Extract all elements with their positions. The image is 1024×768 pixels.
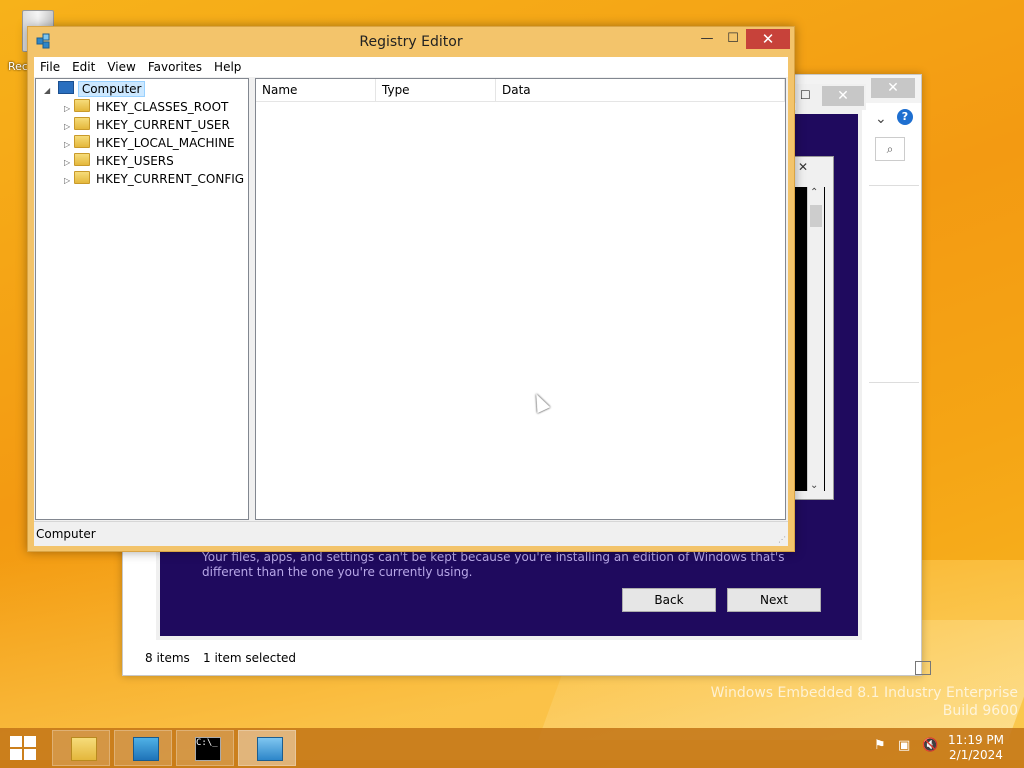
tree-item-label: HKEY_CURRENT_USER [96,118,230,132]
explorer-side-pane [869,185,919,383]
clock-date: 2/1/2024 [949,748,1003,762]
explorer-close-button[interactable]: ✕ [871,78,915,98]
license-dialog: ✕ ⌃ ⌄ [792,156,834,500]
collapse-icon[interactable]: ◢ [44,82,54,100]
large-icons-view-icon[interactable] [915,661,931,675]
clock[interactable]: 11:19 PM 2/1/2024 [948,733,1004,763]
tree-item-hkcu[interactable]: ▷ HKEY_CURRENT_USER [64,116,230,134]
back-button[interactable]: Back [622,588,716,612]
folder-icon [74,135,90,148]
menu-view[interactable]: View [101,57,141,74]
menu-help[interactable]: Help [208,57,247,74]
setup-maximize-button[interactable]: ☐ [800,88,811,102]
tree-item-label: HKEY_USERS [96,154,174,168]
folder-icon [71,737,97,761]
watermark-build: Build 9600 [942,703,1018,719]
status-path: Computer [36,527,96,541]
license-scrollbar[interactable]: ⌃ ⌄ [807,187,824,491]
command-prompt-icon: C:\_ [195,737,221,761]
maximize-button[interactable]: ☐ [720,29,746,49]
registry-tree: ◢ Computer ▷ HKEY_CLASSES_ROOT ▷ HKEY_CURR… [35,78,249,520]
registry-editor-icon [257,737,283,761]
next-button[interactable]: Next [727,588,821,612]
tree-item-label: HKEY_CURRENT_CONFIG [96,172,245,186]
registry-editor-window: Registry Editor — ☐ ✕ File Edit View Favori… [27,26,795,552]
setup-close-button[interactable]: ✕ [822,86,864,106]
window-title: Registry Editor [359,34,463,50]
tree-item-label: HKEY_CLASSES_ROOT [96,100,229,114]
resize-grip-icon[interactable]: ⋰ [778,535,786,544]
column-header-data[interactable]: Data [496,79,785,101]
license-close-button[interactable]: ✕ [793,157,813,177]
values-list[interactable]: Name Type Data [255,78,786,520]
clock-time: 11:19 PM [948,733,1004,747]
tree-item-computer[interactable]: ◢ Computer [44,80,146,100]
edition-watermark: Windows Embedded 8.1 Industry Enterprise… [711,684,1018,720]
setup-message: Your files, apps, and settings can't be … [202,550,785,579]
tree-item-hkcc[interactable]: ▷ HKEY_CURRENT_CONFIG [64,170,244,188]
network-icon[interactable]: ▣ [898,738,910,753]
tree-item-label: Computer [77,81,146,97]
expand-icon[interactable]: ▷ [64,172,74,190]
scroll-thumb[interactable] [810,205,822,227]
scroll-up-icon[interactable]: ⌃ [810,187,818,198]
column-header-row: Name Type Data [256,79,785,102]
tree-item-hklm[interactable]: ▷ HKEY_LOCAL_MACHINE [64,134,235,152]
computer-icon [57,81,74,94]
folder-icon [74,171,90,184]
taskbar: C:\_ ⚑ ▣ 🔇 11:19 PM 2/1/2024 [0,728,1024,768]
taskbar-command-prompt[interactable]: C:\_ [176,730,234,766]
menu-bar: File Edit View Favorites Help [34,57,788,77]
regedit-body: ◢ Computer ▷ HKEY_CLASSES_ROOT ▷ HKEY_CURR… [34,77,788,521]
taskbar-file-explorer[interactable] [52,730,110,766]
search-icon[interactable]: ⌕ [875,137,905,161]
minimize-button[interactable]: — [694,29,720,49]
tree-item-hkcr[interactable]: ▷ HKEY_CLASSES_ROOT [64,98,228,116]
folder-icon [74,117,90,130]
chevron-down-icon[interactable]: ⌄ [875,111,887,127]
scroll-down-icon[interactable]: ⌄ [810,480,818,491]
taskbar-registry-editor[interactable] [238,730,296,766]
folder-icon [74,153,90,166]
regedit-statusbar: Computer ⋰ [34,521,788,546]
tree-item-hku[interactable]: ▷ HKEY_USERS [64,152,174,170]
volume-muted-icon[interactable]: 🔇 [922,738,938,753]
taskbar-setup[interactable] [114,730,172,766]
folder-icon [74,99,90,112]
setup-icon [133,737,159,761]
start-button[interactable] [10,736,36,760]
help-icon[interactable]: ? [897,109,913,125]
menu-favorites[interactable]: Favorites [142,57,208,74]
column-header-name[interactable]: Name [256,79,376,101]
watermark-edition: Windows Embedded 8.1 Industry Enterprise [710,685,1018,701]
column-header-type[interactable]: Type [376,79,496,101]
selection-count: 1 item selected [203,651,297,665]
flag-icon[interactable]: ⚑ [874,738,886,753]
recycle-bin-label: Rec [8,60,28,73]
explorer-statusbar: 8 items 1 item selected [123,641,931,675]
tree-item-label: HKEY_LOCAL_MACHINE [96,136,235,150]
regedit-titlebar: Registry Editor — ☐ ✕ [28,27,794,57]
menu-file[interactable]: File [34,57,66,74]
close-button[interactable]: ✕ [746,29,790,49]
menu-edit[interactable]: Edit [66,57,101,74]
item-count: 8 items [145,651,190,665]
